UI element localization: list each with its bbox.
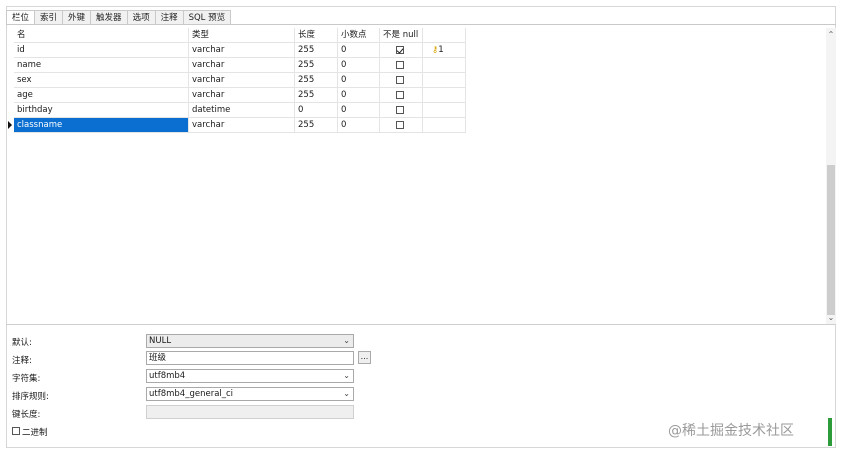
collation-value: utf8mb4_general_ci: [149, 389, 234, 399]
binary-label: 二进制: [22, 428, 48, 438]
accent-bar: [828, 418, 832, 446]
collation-label: 排序规则:: [12, 392, 49, 402]
cell-type[interactable]: varchar: [189, 43, 295, 58]
cell-decimals[interactable]: 0: [338, 88, 380, 103]
charset-label: 字符集:: [12, 374, 41, 384]
cell-name[interactable]: id: [14, 43, 189, 58]
cell-length[interactable]: 255: [295, 43, 338, 58]
not-null-checkbox[interactable]: [396, 121, 404, 129]
comment-label: 注释:: [12, 356, 32, 366]
charset-value: utf8mb4: [149, 371, 186, 381]
cell-type[interactable]: varchar: [189, 58, 295, 73]
header-name[interactable]: 名: [14, 28, 189, 43]
cell-type[interactable]: datetime: [189, 103, 295, 118]
not-null-checkbox[interactable]: [396, 76, 404, 84]
cell-decimals[interactable]: 0: [338, 118, 380, 133]
cell-key[interactable]: ⚷1: [423, 43, 466, 58]
cell-not-null: [380, 58, 423, 73]
cell-decimals[interactable]: 0: [338, 73, 380, 88]
cell-name[interactable]: age: [14, 88, 189, 103]
default-select[interactable]: NULL ⌄: [146, 334, 354, 348]
cell-decimals[interactable]: 0: [338, 103, 380, 118]
chevron-down-icon: ⌄: [343, 371, 350, 380]
comment-input[interactable]: 班级: [146, 351, 354, 365]
cell-name[interactable]: birthday: [14, 103, 189, 118]
cell-key[interactable]: [423, 103, 466, 118]
tab-strip: 栏位 索引 外键 触发器 选项 注释 SQL 预览: [6, 10, 232, 25]
not-null-checkbox[interactable]: [396, 106, 404, 114]
comment-edit-button[interactable]: ...: [358, 351, 371, 364]
scrollbar-thumb[interactable]: [827, 165, 835, 315]
tab-divider: [6, 24, 836, 25]
cell-key[interactable]: [423, 73, 466, 88]
cell-key[interactable]: [423, 58, 466, 73]
default-value: NULL: [149, 336, 172, 346]
grid-scrollbar[interactable]: ⌃ ⌄: [826, 28, 836, 324]
tab-options[interactable]: 选项: [126, 10, 156, 24]
tab-fields[interactable]: 栏位: [6, 10, 36, 25]
not-null-checkbox[interactable]: [396, 46, 404, 54]
collation-select[interactable]: utf8mb4_general_ci ⌄: [146, 387, 354, 401]
cell-type[interactable]: varchar: [189, 73, 295, 88]
chevron-down-icon: ⌄: [343, 389, 350, 398]
header-length[interactable]: 长度: [295, 28, 338, 43]
header-not-null[interactable]: 不是 null: [380, 28, 423, 43]
header-type[interactable]: 类型: [189, 28, 295, 43]
panel-separator: [6, 324, 836, 325]
key-length-label: 键长度:: [12, 410, 41, 420]
chevron-down-icon[interactable]: ⌄: [826, 313, 836, 323]
cell-not-null: [380, 103, 423, 118]
cell-key[interactable]: [423, 118, 466, 133]
cell-not-null: [380, 118, 423, 133]
cell-length[interactable]: 0: [295, 103, 338, 118]
cell-not-null: [380, 88, 423, 103]
current-row-marker-icon: [8, 121, 12, 129]
binary-checkbox[interactable]: [12, 427, 20, 435]
cell-name[interactable]: name: [14, 58, 189, 73]
key-order: 1: [438, 45, 444, 55]
not-null-checkbox[interactable]: [396, 61, 404, 69]
default-label: 默认:: [12, 338, 32, 348]
tab-comment[interactable]: 注释: [154, 10, 184, 24]
cell-decimals[interactable]: 0: [338, 43, 380, 58]
cell-name[interactable]: sex: [14, 73, 189, 88]
chevron-down-icon: ⌄: [343, 336, 350, 345]
header-key[interactable]: [423, 28, 466, 43]
key-length-input: [146, 405, 354, 419]
cell-name[interactable]: classname: [14, 118, 189, 133]
header-decimals[interactable]: 小数点: [338, 28, 380, 43]
tab-indexes[interactable]: 索引: [34, 10, 64, 24]
tab-foreign-keys[interactable]: 外键: [62, 10, 92, 24]
chevron-up-icon[interactable]: ⌃: [826, 30, 836, 40]
watermark: @稀土掘金技术社区: [668, 423, 794, 439]
tab-sql-preview[interactable]: SQL 预览: [182, 10, 232, 24]
cell-type[interactable]: varchar: [189, 118, 295, 133]
cell-length[interactable]: 255: [295, 118, 338, 133]
cell-not-null: [380, 73, 423, 88]
not-null-checkbox[interactable]: [396, 91, 404, 99]
tab-triggers[interactable]: 触发器: [90, 10, 128, 24]
cell-decimals[interactable]: 0: [338, 58, 380, 73]
cell-key[interactable]: [423, 88, 466, 103]
cell-length[interactable]: 255: [295, 88, 338, 103]
cell-length[interactable]: 255: [295, 73, 338, 88]
charset-select[interactable]: utf8mb4 ⌄: [146, 369, 354, 383]
cell-type[interactable]: varchar: [189, 88, 295, 103]
cell-not-null: [380, 43, 423, 58]
cell-length[interactable]: 255: [295, 58, 338, 73]
